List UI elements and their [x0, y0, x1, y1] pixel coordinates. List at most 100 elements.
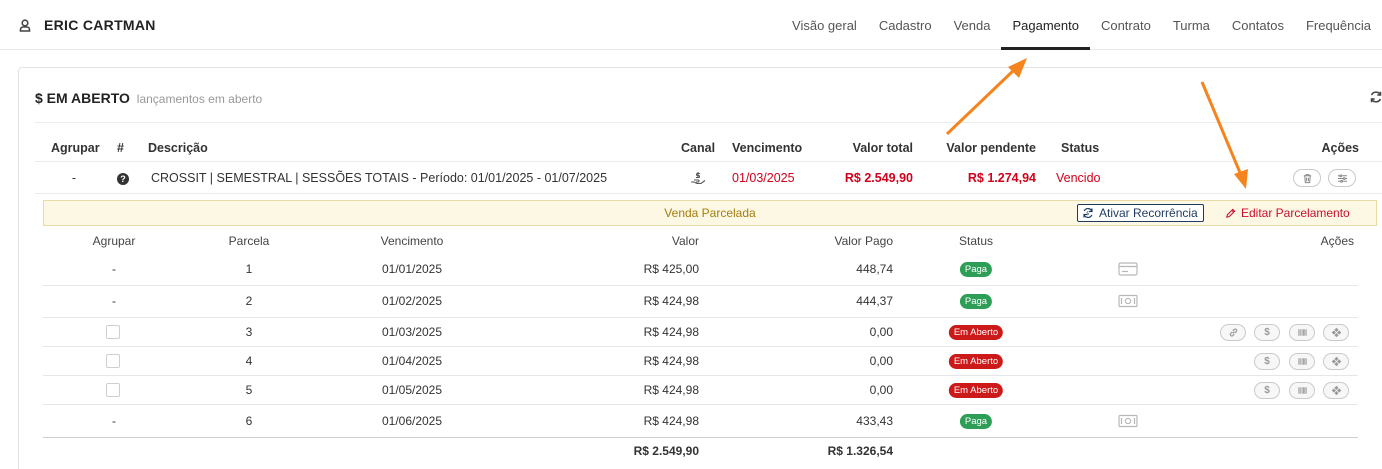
pix-button[interactable]	[1323, 353, 1349, 370]
tab-cadastro[interactable]: Cadastro	[868, 0, 943, 50]
col-vencimento: Vencimento	[380, 234, 444, 248]
col-agrupar: Agrupar	[92, 234, 136, 248]
vencimento-value: 01/05/2025	[381, 383, 443, 397]
valor-pago-value: 0,00	[869, 354, 893, 368]
vencimento-value: 01/03/2025	[381, 325, 443, 339]
valor-value: R$ 424,98	[643, 354, 699, 368]
tab-bar: Visão geral Cadastro Venda Pagamento Con…	[781, 0, 1382, 50]
recurrence-icon: $	[1083, 207, 1093, 219]
tab-contatos[interactable]: Contatos	[1221, 0, 1295, 50]
barcode-button[interactable]	[1289, 353, 1315, 370]
valor-value: R$ 424,98	[643, 294, 699, 308]
table-row[interactable]: - ? CROSSIT | SEMESTRAL | SESSÕES TOTAIS…	[35, 162, 1382, 194]
tab-visao-geral[interactable]: Visão geral	[781, 0, 868, 50]
table-row[interactable]: 4 01/04/2025 R$ 424,98 0,00 Em Aberto $	[43, 347, 1358, 376]
valor-value: R$ 425,00	[643, 262, 699, 276]
cash-icon	[1118, 414, 1138, 428]
barcode-button[interactable]	[1289, 324, 1315, 341]
totals-row: R$ 2.549,90 R$ 1.326,54	[43, 438, 1358, 464]
pix-button[interactable]	[1323, 324, 1349, 341]
dollar-icon: $	[1264, 356, 1270, 367]
col-valor-total: Valor total	[852, 141, 913, 155]
parcela-value: 5	[245, 383, 253, 397]
section-title-text: $ EM ABERTO	[35, 90, 130, 106]
status-badge: Em Aberto	[948, 354, 1004, 369]
dollar-button[interactable]: $	[1254, 382, 1280, 399]
table-row[interactable]: 5 01/05/2025 R$ 424,98 0,00 Em Aberto $	[43, 376, 1358, 405]
parcela-value: 1	[245, 262, 253, 276]
card-header: $ EM ABERTO lançamentos em aberto	[35, 68, 1382, 123]
valor-value: R$ 424,98	[643, 325, 699, 339]
status-badge: Em Aberto	[948, 383, 1004, 398]
status-badge: Paga	[959, 294, 993, 309]
vencimento-value: 01/04/2025	[381, 354, 443, 368]
agrupar-checkbox[interactable]	[106, 325, 120, 339]
tab-contrato[interactable]: Contrato	[1090, 0, 1162, 50]
agrupar-checkbox[interactable]	[106, 383, 120, 397]
valor-value: R$ 424,98	[643, 414, 699, 428]
parcela-value: 2	[245, 294, 253, 308]
barcode-button[interactable]	[1289, 382, 1315, 399]
col-valor: Valor	[671, 234, 699, 248]
col-canal: Canal	[681, 141, 716, 155]
status-badge: Em Aberto	[948, 325, 1004, 340]
agrupar-value: -	[112, 262, 116, 276]
user-header: ERIC CARTMAN	[18, 17, 156, 33]
table-row[interactable]: 3 01/03/2025 R$ 424,98 0,00 Em Aberto $	[43, 318, 1358, 347]
vencimento-value: 01/02/2025	[381, 294, 443, 308]
row-status: Vencido	[1056, 171, 1101, 185]
hand-money-icon	[691, 172, 706, 185]
table-row[interactable]: - 2 01/02/2025 R$ 424,98 444,37 Paga	[43, 286, 1358, 318]
tab-turma[interactable]: Turma	[1162, 0, 1221, 50]
dollar-icon: $	[1264, 385, 1270, 396]
valor-pago-value: 444,37	[856, 294, 893, 308]
options-button[interactable]	[1328, 169, 1356, 187]
user-name: ERIC CARTMAN	[44, 17, 156, 33]
valor-pago-value: 0,00	[869, 383, 893, 397]
total-valor-pago: R$ 1.326,54	[827, 444, 893, 458]
dollar-button[interactable]: $	[1254, 324, 1280, 341]
status-badge: Paga	[959, 262, 993, 277]
pix-icon	[1331, 327, 1341, 338]
parcela-value: 4	[245, 354, 253, 368]
pix-button[interactable]	[1323, 382, 1349, 399]
barcode-icon	[1297, 387, 1307, 394]
link-button[interactable]	[1220, 324, 1246, 341]
question-circle-icon[interactable]: ?	[117, 173, 129, 185]
vencimento-value: 01/01/2025	[381, 262, 443, 276]
col-status: Status	[958, 234, 994, 248]
col-parcela: Parcela	[228, 234, 270, 248]
row-descricao: CROSSIT | SEMESTRAL | SESSÕES TOTAIS - P…	[151, 171, 608, 185]
valor-pago-value: 0,00	[869, 325, 893, 339]
dollar-button[interactable]: $	[1254, 353, 1280, 370]
editar-parcelamento-button[interactable]: Editar Parcelamento	[1225, 204, 1350, 222]
link-icon	[1229, 328, 1237, 337]
section-subtitle: lançamentos em aberto	[136, 92, 263, 106]
tab-pagamento[interactable]: Pagamento	[1001, 0, 1090, 50]
col-descricao: Descrição	[148, 141, 208, 155]
cash-icon	[1118, 294, 1138, 308]
valor-pago-value: 448,74	[856, 262, 893, 276]
table-row[interactable]: - 1 01/01/2025 R$ 425,00 448,74 Paga	[43, 254, 1358, 286]
row-valor-pendente: R$ 1.274,94	[967, 171, 1036, 185]
main-table-header: Agrupar # Descrição Canal Vencimento Val…	[35, 134, 1382, 162]
dollar-icon: $	[1264, 327, 1270, 338]
installments-header: Agrupar Parcela Vencimento Valor Valor P…	[43, 228, 1358, 254]
delete-button[interactable]	[1293, 169, 1321, 187]
user-icon	[19, 19, 31, 32]
agrupar-checkbox[interactable]	[106, 354, 120, 368]
tab-venda[interactable]: Venda	[943, 0, 1002, 50]
refresh-icon[interactable]	[1369, 90, 1382, 104]
table-row[interactable]: - 6 01/06/2025 R$ 424,98 433,43 Paga	[43, 405, 1358, 438]
valor-value: R$ 424,98	[643, 383, 699, 397]
row-valor-total: R$ 2.549,90	[844, 171, 913, 185]
editar-parcelamento-label: Editar Parcelamento	[1241, 206, 1350, 220]
canal-cell	[690, 170, 706, 189]
valor-pago-value: 433,43	[856, 414, 893, 428]
col-acoes: Ações	[1320, 234, 1354, 248]
tab-frequencia[interactable]: Frequência	[1295, 0, 1382, 50]
barcode-icon	[1297, 329, 1307, 336]
col-num: #	[117, 141, 124, 155]
ativar-recorrencia-button[interactable]: $ Ativar Recorrência	[1077, 204, 1204, 222]
top-bar: ERIC CARTMAN Visão geral Cadastro Venda …	[0, 0, 1382, 50]
